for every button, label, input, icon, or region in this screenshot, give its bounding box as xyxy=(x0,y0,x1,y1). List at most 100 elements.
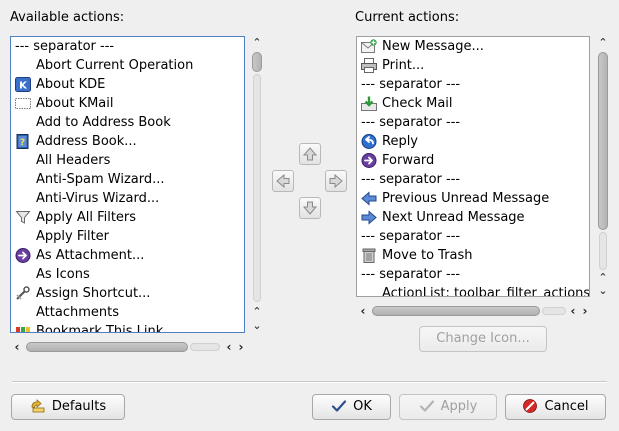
available-action-item[interactable]: As Attachment... xyxy=(11,246,244,265)
address-book-icon: ? xyxy=(15,134,31,149)
current-action-item[interactable]: --- separator --- xyxy=(357,227,589,246)
scroll-right-arrow-icon[interactable]: › xyxy=(236,341,246,353)
current-action-item[interactable]: Move to Trash xyxy=(357,246,589,265)
scroll-up-arrow-icon[interactable]: ⌃ xyxy=(597,37,609,49)
list-item-label: Apply All Filters xyxy=(36,210,137,225)
available-action-item[interactable]: All Headers xyxy=(11,151,244,170)
scrollbar-thumb[interactable] xyxy=(26,342,188,352)
current-action-item[interactable]: --- separator --- xyxy=(357,113,589,132)
list-item-label: ActionList: toolbar_filter_actions xyxy=(382,286,590,297)
arrow-up-icon xyxy=(302,147,318,161)
list-item-label: All Headers xyxy=(36,153,111,168)
current-action-item[interactable]: Previous Unread Message xyxy=(357,189,589,208)
scrollbar-track[interactable] xyxy=(190,343,220,351)
defaults-label: Defaults xyxy=(51,399,107,414)
current-action-item[interactable]: ActionList: toolbar_filter_actions xyxy=(357,284,590,297)
available-action-item[interactable]: As Icons xyxy=(11,265,244,284)
current-actions-label: Current actions: xyxy=(355,10,460,25)
move-down-button[interactable] xyxy=(299,197,321,219)
arrow-left-icon xyxy=(276,173,290,189)
list-item-label: Bookmark This Link xyxy=(36,324,164,333)
svg-text:K: K xyxy=(19,81,28,92)
list-item-label: About KDE xyxy=(36,77,106,92)
forward-icon xyxy=(15,248,31,263)
arrow-left-icon xyxy=(361,191,377,206)
arrow-right-icon xyxy=(361,210,377,225)
list-item-label: Apply Filter xyxy=(36,229,110,244)
remove-action-button[interactable] xyxy=(272,170,294,192)
current-action-item[interactable]: --- separator --- xyxy=(357,170,589,189)
available-action-item[interactable]: K About KDE xyxy=(11,75,244,94)
scroll-down-arrow-icon[interactable]: ⌄ xyxy=(251,320,263,332)
change-icon-label: Change Icon... xyxy=(436,331,530,346)
scroll-left-arrow-icon[interactable]: ‹ xyxy=(358,305,368,317)
list-item-label: Forward xyxy=(382,153,435,168)
available-action-item[interactable]: --- separator --- xyxy=(11,37,244,56)
available-action-item[interactable]: About KMail xyxy=(11,94,244,113)
available-action-item[interactable]: Apply Filter xyxy=(11,227,244,246)
ok-button[interactable]: OK xyxy=(312,394,391,420)
list-item-label: Anti-Spam Wizard... xyxy=(36,172,165,187)
add-action-button[interactable] xyxy=(325,170,347,192)
scrollbar-track[interactable] xyxy=(542,307,566,315)
scroll-right-arrow-icon[interactable]: › xyxy=(580,305,590,317)
current-action-item[interactable]: New Message... xyxy=(357,37,589,56)
scroll-left-arrow-icon[interactable]: ‹ xyxy=(12,341,22,353)
checkmark-icon xyxy=(419,399,434,412)
scrollbar-track[interactable] xyxy=(599,232,607,270)
reply-icon xyxy=(361,134,377,149)
current-action-item[interactable]: Check Mail xyxy=(357,94,589,113)
scrollbar-track[interactable] xyxy=(253,74,261,302)
move-up-button[interactable] xyxy=(299,143,321,165)
current-actions-hscrollbar[interactable]: ‹ ‹ › xyxy=(356,304,592,318)
trash-icon xyxy=(361,248,377,263)
scroll-up-arrow-icon[interactable]: ⌃ xyxy=(597,272,609,284)
scrollbar-thumb[interactable] xyxy=(372,306,540,316)
list-item-label: Address Book... xyxy=(36,134,137,149)
scroll-down-arrow-icon[interactable]: ⌄ xyxy=(597,285,609,297)
available-actions-vscrollbar[interactable]: ⌃ ⌄ ⌃ ⌄ xyxy=(249,36,265,334)
scroll-up-arrow-icon[interactable]: ⌃ xyxy=(251,306,263,318)
current-action-item[interactable]: Reply xyxy=(357,132,589,151)
cancel-button[interactable]: Cancel xyxy=(505,394,606,420)
available-action-item[interactable]: Anti-Spam Wizard... xyxy=(11,170,244,189)
available-action-item[interactable]: Apply All Filters xyxy=(11,208,244,227)
scrollbar-thumb[interactable] xyxy=(252,52,262,72)
available-action-item[interactable]: Assign Shortcut... xyxy=(11,284,244,303)
ok-label: OK xyxy=(353,399,372,414)
list-item-label: --- separator --- xyxy=(361,115,461,130)
change-icon-button[interactable]: Change Icon... xyxy=(419,326,547,352)
current-action-item[interactable]: Forward xyxy=(357,151,589,170)
available-action-item[interactable]: Attachments xyxy=(11,303,244,322)
defaults-button[interactable]: Defaults xyxy=(11,394,125,420)
available-action-item[interactable]: Add to Address Book xyxy=(11,113,244,132)
list-item-label: About KMail xyxy=(36,96,114,111)
current-action-item[interactable]: --- separator --- xyxy=(357,75,589,94)
printer-icon xyxy=(361,58,377,73)
current-actions-vscrollbar[interactable]: ⌃ ⌃ ⌄ xyxy=(595,36,611,298)
available-actions-label: Available actions: xyxy=(10,10,125,25)
apply-label: Apply xyxy=(440,399,478,414)
available-action-item[interactable]: Abort Current Operation xyxy=(11,56,244,75)
current-actions-list[interactable]: New Message... Print... --- separator --- C… xyxy=(356,36,590,297)
available-actions-hscrollbar[interactable]: ‹ ‹ › xyxy=(10,340,248,354)
current-action-item[interactable]: Next Unread Message xyxy=(357,208,589,227)
dialog-separator xyxy=(12,381,607,383)
available-action-item[interactable]: Bookmark This Link xyxy=(11,322,244,333)
current-action-item[interactable]: --- separator --- xyxy=(357,265,589,284)
scrollbar-thumb[interactable] xyxy=(598,52,608,230)
list-item-label: Reply xyxy=(382,134,419,149)
list-item-label: --- separator --- xyxy=(361,77,461,92)
available-action-item[interactable]: Anti-Virus Wizard... xyxy=(11,189,244,208)
current-action-item[interactable]: Print... xyxy=(357,56,589,75)
scroll-left-arrow-icon[interactable]: ‹ xyxy=(568,305,578,317)
list-item-label: Anti-Virus Wizard... xyxy=(36,191,160,206)
apply-button[interactable]: Apply xyxy=(399,394,497,420)
available-action-item[interactable]: ? Address Book... xyxy=(11,132,244,151)
check-mail-icon xyxy=(361,96,377,111)
available-actions-list[interactable]: --- separator --- Abort Current Operation… xyxy=(10,36,245,333)
forward-icon xyxy=(361,153,377,168)
list-item-label: Move to Trash xyxy=(382,248,473,263)
new-message-icon xyxy=(361,39,377,54)
scroll-left-arrow-icon[interactable]: ‹ xyxy=(224,341,234,353)
